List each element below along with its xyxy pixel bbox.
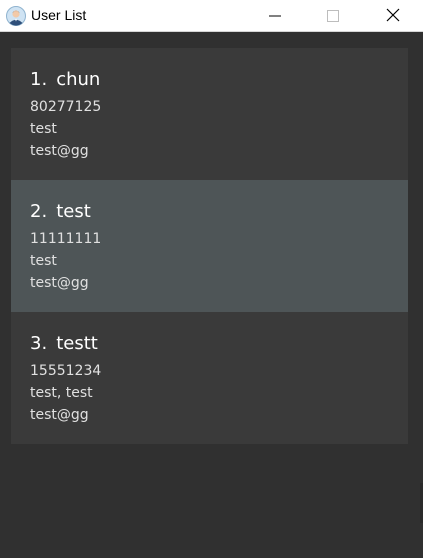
- user-email: test@gg: [30, 275, 89, 291]
- title-bar: User List: [0, 0, 423, 32]
- close-button[interactable]: [362, 0, 423, 32]
- user-index: 3.: [30, 333, 48, 354]
- user-email: test@gg: [30, 407, 89, 423]
- user-index: 2.: [30, 201, 48, 222]
- user-card-title: 1. chun: [30, 69, 100, 90]
- maximize-button[interactable]: [304, 0, 362, 32]
- user-card-title: 2. test: [30, 201, 91, 222]
- user-card-title: 3. testt: [30, 333, 98, 354]
- user-tags: test: [30, 253, 57, 269]
- user-tags: test: [30, 121, 57, 137]
- close-icon: [386, 7, 400, 26]
- minimize-button[interactable]: [246, 0, 304, 32]
- user-phone: 11111111: [30, 231, 102, 247]
- user-tags: test, test: [30, 385, 93, 401]
- user-list[interactable]: 1. chun 80277125 test test@gg 2. test 1111…: [11, 48, 408, 444]
- window-title: User List: [31, 7, 87, 23]
- user-avatar-icon: [6, 6, 26, 26]
- user-name: chun: [56, 69, 101, 90]
- user-name: test: [56, 201, 91, 222]
- minimize-icon: [269, 7, 281, 26]
- user-name: testt: [56, 333, 98, 354]
- user-card-3[interactable]: 3. testt 15551234 test, test test@gg: [11, 312, 408, 444]
- user-card-2[interactable]: 2. test 11111111 test test@gg: [11, 180, 408, 312]
- user-email: test@gg: [30, 143, 89, 159]
- maximize-icon: [327, 7, 339, 26]
- user-phone: 15551234: [30, 363, 102, 379]
- user-index: 1.: [30, 69, 48, 90]
- main-content: 1. chun 80277125 test test@gg 2. test 1111…: [0, 33, 423, 558]
- user-card-1[interactable]: 1. chun 80277125 test test@gg: [11, 48, 408, 180]
- user-phone: 80277125: [30, 99, 102, 115]
